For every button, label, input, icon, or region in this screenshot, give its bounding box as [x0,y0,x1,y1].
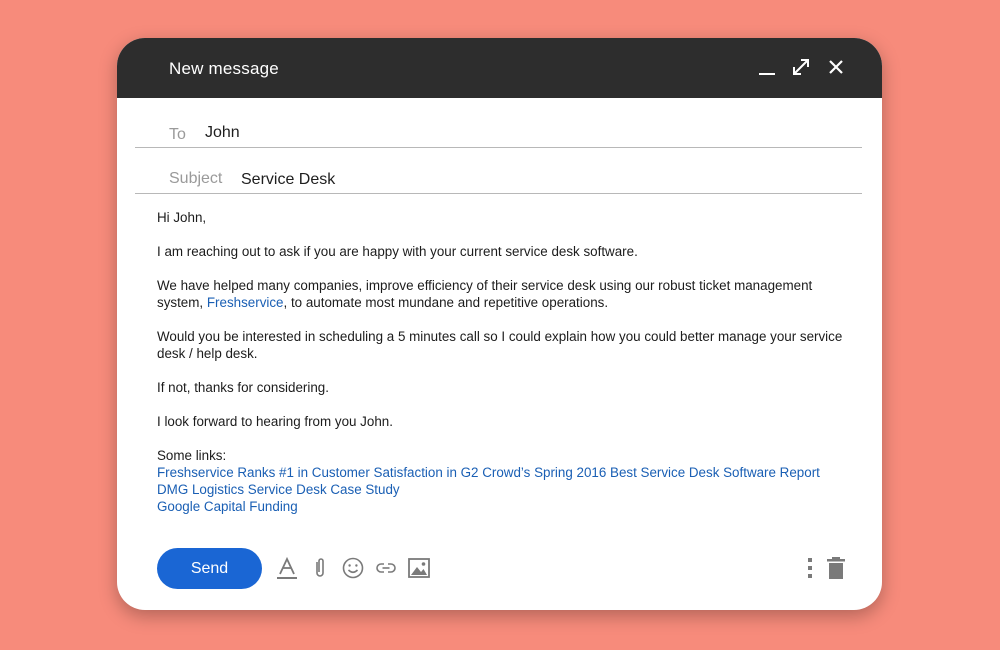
window-title: New message [169,59,279,78]
minimize-icon [759,73,775,75]
title-bar: New message [117,38,882,98]
more-options-button[interactable] [797,555,823,581]
subject-input[interactable]: Service Desk [241,171,335,189]
link-case-study[interactable]: DMG Logistics Service Desk Case Study [157,481,857,498]
links-block: Some links: Freshservice Ranks #1 in Cus… [157,447,857,515]
subject-label: Subject [169,170,223,187]
to-field[interactable]: To John [135,102,862,148]
body-paragraph-5: I look forward to hearing from you John. [157,414,393,429]
link-icon [376,563,396,573]
expand-icon [793,59,809,75]
body-paragraph-1: I am reaching out to ask if you are happ… [157,244,638,259]
message-body[interactable]: Hi John, I am reaching out to ask if you… [157,209,857,515]
emoji-icon [342,557,364,579]
paperclip-icon [316,558,324,577]
emoji-button[interactable] [340,555,366,581]
body-paragraph-2: We have helped many companies, improve e… [157,277,857,311]
more-vertical-icon [808,558,812,578]
insert-image-button[interactable] [406,555,432,581]
links-heading: Some links: [157,448,227,463]
close-button[interactable] [823,54,849,80]
freshservice-link[interactable]: Freshservice [207,295,284,310]
insert-link-button[interactable] [373,555,399,581]
image-icon [408,558,430,578]
attach-button[interactable] [307,555,333,581]
discard-button[interactable] [823,555,849,581]
to-input[interactable]: John [205,124,240,142]
body-paragraph-4: If not, thanks for considering. [157,380,329,395]
link-capital-funding[interactable]: Google Capital Funding [157,498,857,515]
text-format-icon [277,556,297,579]
greeting: Hi John, [157,210,207,225]
trash-icon [827,557,845,579]
link-g2-report[interactable]: Freshservice Ranks #1 in Customer Satisf… [157,464,857,481]
to-label: To [169,126,186,143]
close-icon [829,60,843,74]
send-button[interactable]: Send [157,548,262,589]
body-paragraph-3: Would you be interested in scheduling a … [157,329,843,361]
compose-window: New message To John Subject Service Desk [117,38,882,610]
minimize-button[interactable] [754,54,780,80]
expand-button[interactable] [788,54,814,80]
p2-text-after: , to automate most mundane and repetitiv… [283,295,609,310]
subject-field[interactable]: Subject Service Desk [135,148,862,194]
format-text-button[interactable] [274,555,300,581]
